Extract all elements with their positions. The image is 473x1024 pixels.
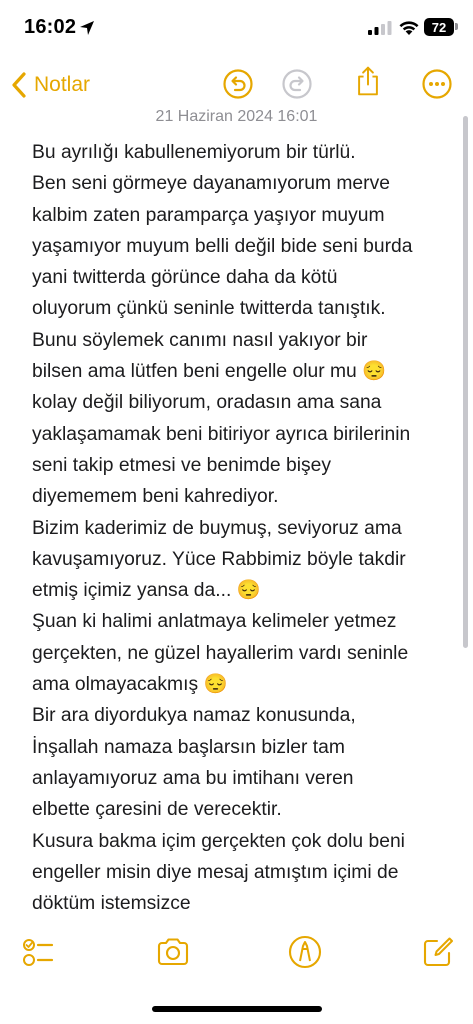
checklist-icon[interactable] [20, 934, 56, 970]
battery-indicator: 72 [424, 18, 454, 36]
cellular-signal-icon [368, 21, 392, 35]
location-arrow-icon [80, 21, 94, 35]
note-line: Şuan ki halimi anlatmaya kelimeler yetme… [32, 611, 397, 633]
note-line: seni takip etmesi ve benimde bişey [32, 454, 332, 476]
status-time: 16:02 [24, 16, 77, 38]
note-line: diyememem beni kahrediyor. [32, 486, 279, 508]
note-date: 21 Haziran 2024 16:01 [155, 108, 318, 125]
note-line: ama olmayacakmış 😔 [32, 674, 228, 696]
battery-tip [455, 23, 458, 30]
note-line: İnşallah namaza başlarsın bizler tam [32, 736, 345, 758]
note-body[interactable]: Bu ayrılığı kabullenemiyorum bir türlü. … [32, 137, 457, 919]
home-indicator[interactable] [152, 1006, 322, 1012]
note-line: gerçekten, ne güzel hayallerim vardı sen… [32, 642, 409, 664]
redo-icon[interactable] [281, 68, 313, 100]
nav-bar: Notlar [0, 60, 473, 108]
notes-screen: 16:02 72 Notlar 21 Haziran 2024 16:01 Bu… [0, 0, 473, 1024]
note-line: Bu ayrılığı kabullenemiyorum bir türlü. [32, 142, 356, 163]
note-line: Kusura bakma içim gerçekten çok dolu ben… [32, 830, 405, 852]
note-line: anlayamıyoruz ama bu imtihanı veren [32, 767, 354, 789]
share-icon[interactable] [352, 65, 384, 97]
undo-icon[interactable] [222, 68, 254, 100]
note-line: kolay değil biliyorum, oradasın ama sana [32, 392, 382, 414]
note-line: Bunu söylemek canımı nasıl yakıyor bir [32, 329, 368, 351]
note-line: döktüm istemsizce [32, 893, 191, 915]
note-line: yaklaşamamak beni bitiriyor ayrıca biril… [32, 423, 411, 445]
status-bar: 16:02 72 [0, 0, 473, 58]
note-line: etmiş içimiz yansa da... 😔 [32, 580, 261, 602]
markup-pen-icon[interactable] [287, 934, 323, 970]
wifi-icon [399, 21, 419, 35]
note-line: Bir ara diyordukya namaz konusunda, [32, 705, 356, 727]
note-line: kalbim zaten paramparça yaşıyor muyum [32, 204, 385, 226]
battery-level: 72 [431, 19, 447, 35]
compose-icon[interactable] [420, 934, 456, 970]
note-line: engeller misin diye mesaj atmıştım içimi… [32, 861, 399, 883]
note-line: yaşamıyor muyum belli değil bide seni bu… [32, 235, 413, 257]
note-line: bilsen ama lütfen beni engelle olur mu 😔 [32, 361, 387, 383]
more-icon[interactable] [421, 68, 453, 100]
note-line: yani twitterda görünce daha da kötü [32, 267, 338, 289]
camera-icon[interactable] [155, 934, 191, 970]
back-button[interactable]: Notlar [10, 68, 90, 102]
back-label: Notlar [34, 73, 91, 96]
bottom-toolbar [0, 932, 473, 976]
note-line: kavuşamıyoruz. Yüce Rabbimiz böyle takdi… [32, 548, 406, 570]
note-line: elbette çaresini de verecektir. [32, 799, 282, 821]
note-line: Bizim kaderimiz de buymuş, seviyoruz ama [32, 517, 402, 539]
note-line: oluyorum çünkü seninle twitterda tanıştı… [32, 298, 386, 320]
scroll-indicator[interactable] [463, 116, 468, 648]
note-line: Ben seni görmeye dayanamıyorum merve [32, 173, 390, 195]
chevron-left-icon [12, 72, 26, 98]
